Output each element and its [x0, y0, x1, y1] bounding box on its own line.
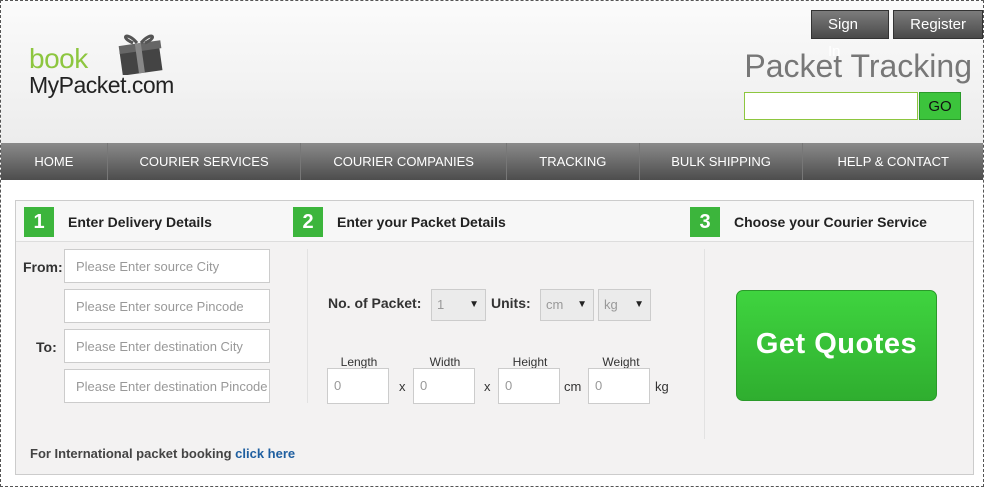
packet-count-label: No. of Packet:	[328, 295, 422, 311]
chevron-down-icon: ▼	[469, 299, 479, 310]
height-input[interactable]: 0	[498, 368, 560, 404]
chevron-down-icon: ▼	[577, 299, 587, 310]
nav-help-contact[interactable]: HELP & CONTACT	[803, 143, 983, 180]
chevron-down-icon: ▼	[634, 299, 644, 310]
length-label: Length	[340, 355, 378, 369]
steps-header: 1 Enter Delivery Details 2 Enter your Pa…	[16, 201, 973, 242]
sign-in-button[interactable]: Sign In	[811, 10, 890, 60]
weight-unit-select[interactable]: kg ▼	[598, 289, 651, 321]
nav-tracking[interactable]: TRACKING	[507, 143, 640, 180]
cm-unit-label: cm	[564, 379, 582, 394]
source-pincode-input[interactable]: Please Enter source Pincode	[64, 289, 270, 323]
width-input[interactable]: 0	[413, 368, 475, 404]
packet-count-value: 1	[437, 297, 445, 312]
width-label: Width	[429, 355, 461, 369]
site-header: book MyPacket.com Sign In Register Packe…	[1, 1, 983, 143]
from-label: From:	[23, 259, 63, 275]
step-3-label: Choose your Courier Service	[734, 214, 927, 230]
register-button[interactable]: Register	[893, 10, 983, 39]
step-1-number: 1	[24, 207, 54, 237]
booking-panel: 1 Enter Delivery Details 2 Enter your Pa…	[15, 200, 974, 475]
column-divider	[307, 249, 308, 403]
weight-label: Weight	[602, 355, 640, 369]
to-label: To:	[36, 339, 57, 355]
times-separator: x	[399, 379, 406, 394]
weight-unit-value: kg	[604, 297, 618, 312]
height-label: Height	[512, 355, 548, 369]
nav-home[interactable]: HOME	[1, 143, 108, 180]
international-text: For International packet booking	[30, 446, 232, 461]
nav-bulk-shipping[interactable]: BULK SHIPPING	[640, 143, 804, 180]
step-1: 1 Enter Delivery Details	[24, 207, 212, 237]
destination-city-input[interactable]: Please Enter destination City	[64, 329, 270, 363]
source-city-input[interactable]: Please Enter source City	[64, 249, 270, 283]
gift-box-icon	[113, 31, 165, 80]
nav-courier-companies[interactable]: COURIER COMPANIES	[301, 143, 507, 180]
step-2-label: Enter your Packet Details	[337, 214, 506, 230]
destination-pincode-input[interactable]: Please Enter destination Pincode	[64, 369, 270, 403]
units-label: Units:	[491, 295, 531, 311]
international-booking-note: For International packet booking click h…	[30, 446, 295, 461]
go-button[interactable]: GO	[919, 92, 961, 120]
step-3: 3 Choose your Courier Service	[690, 207, 927, 237]
weight-input[interactable]: 0	[588, 368, 650, 404]
get-quotes-button[interactable]: Get Quotes	[736, 290, 937, 401]
times-separator: x	[484, 379, 491, 394]
international-click-here-link[interactable]: click here	[235, 446, 295, 461]
step-3-number: 3	[690, 207, 720, 237]
packet-tracking-title: Packet Tracking	[744, 48, 972, 84]
nav-courier-services[interactable]: COURIER SERVICES	[108, 143, 302, 180]
column-divider	[704, 249, 705, 439]
packet-count-select[interactable]: 1 ▼	[431, 289, 486, 321]
auth-buttons: Sign In Register	[811, 10, 983, 60]
length-input[interactable]: 0	[327, 368, 389, 404]
length-unit-value: cm	[546, 297, 564, 312]
length-unit-select[interactable]: cm ▼	[540, 289, 594, 321]
step-1-label: Enter Delivery Details	[68, 214, 212, 230]
step-2: 2 Enter your Packet Details	[293, 207, 506, 237]
kg-unit-label: kg	[655, 379, 669, 394]
main-navigation: HOME COURIER SERVICES COURIER COMPANIES …	[1, 143, 983, 180]
tracking-number-input[interactable]	[744, 92, 918, 120]
step-2-number: 2	[293, 207, 323, 237]
